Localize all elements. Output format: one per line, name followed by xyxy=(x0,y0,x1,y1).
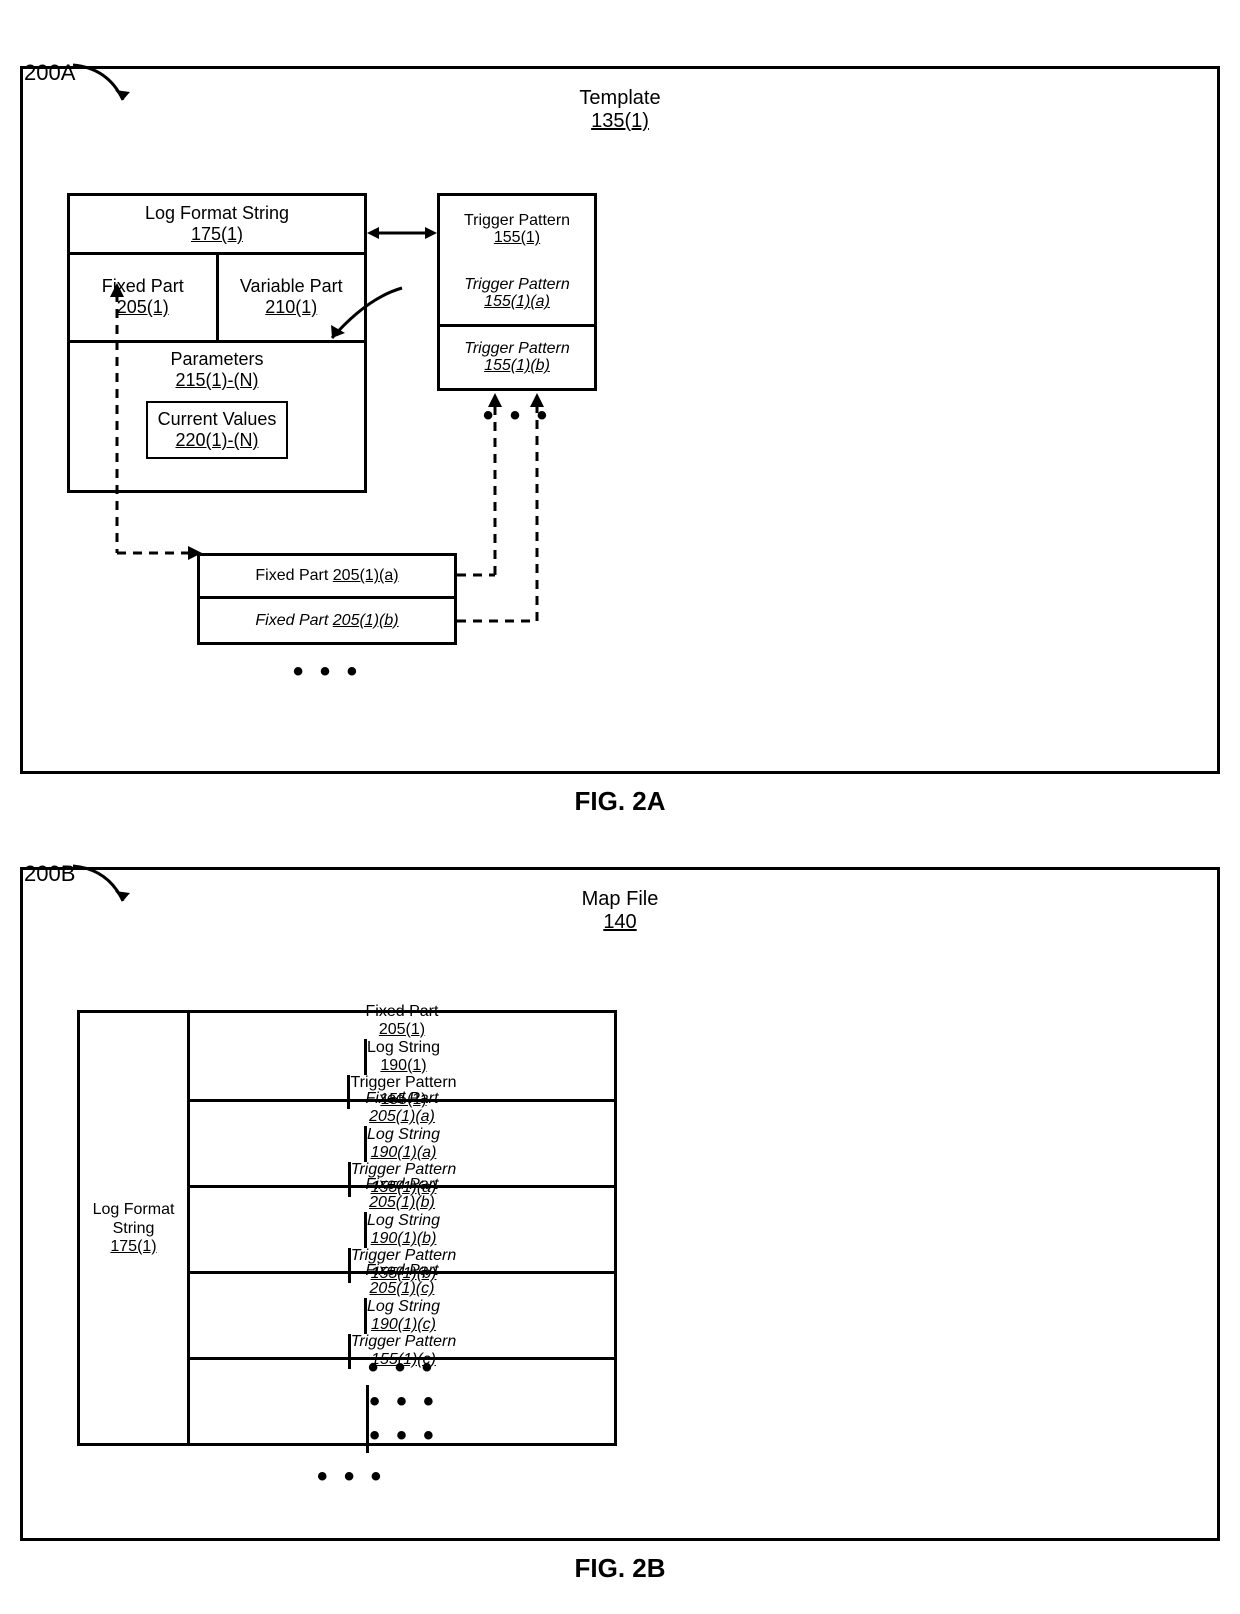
template-title-text: Template xyxy=(579,87,660,109)
variable-part-cell: Variable Part 210(1) xyxy=(219,255,365,340)
header-row: Fixed Part 205(1) Log String 190(1) Trig… xyxy=(190,1013,614,1099)
rc-fixed-ref: 205(1)(c) xyxy=(370,1280,435,1298)
parameters-label: Parameters xyxy=(170,349,263,370)
tp-title: Trigger Pattern xyxy=(464,212,570,230)
fig2a-label: FIG. 2A xyxy=(20,786,1220,817)
tp-a-ref: 155(1)(a) xyxy=(484,293,550,311)
mapfile-title: Map File 140 xyxy=(37,888,1203,934)
fixed-part-b: Fixed Part 205(1)(b) xyxy=(197,599,457,645)
ra-log: Log String xyxy=(367,1126,440,1144)
ell-3: • • • xyxy=(366,1419,437,1453)
rc-log: Log String xyxy=(367,1298,440,1316)
lfs-column: Log Format String 175(1) xyxy=(80,1013,190,1443)
tp-b-label: Trigger Pattern xyxy=(464,340,570,358)
rc-tp: Trigger Pattern xyxy=(351,1334,457,1351)
fx-a-ref: 205(1)(a) xyxy=(333,567,399,585)
fig2b-label: FIG. 2B xyxy=(20,1553,1220,1584)
hdr-fixed: Fixed Part 205(1) xyxy=(366,1003,439,1039)
current-values-label: Current Values xyxy=(158,409,277,429)
ra-fixed-ref: 205(1)(a) xyxy=(369,1108,435,1126)
lfs-header: Log Format String 175(1) xyxy=(70,196,364,255)
right-columns: Fixed Part 205(1) Log String 190(1) Trig… xyxy=(190,1013,614,1443)
ellipsis-row: • • • • • • • • • xyxy=(190,1357,614,1443)
ell-1: • • • xyxy=(368,1351,436,1385)
tp-a-label: Trigger Pattern xyxy=(464,276,570,294)
lfs-parts-row: Fixed Part 205(1) Variable Part 210(1) xyxy=(70,255,364,343)
current-values-ref: 220(1)-(N) xyxy=(175,430,258,450)
fixed-part-ref: 205(1) xyxy=(117,297,169,318)
row-c: Fixed Part205(1)(c) Log String190(1)(c) … xyxy=(190,1271,614,1357)
parameters-cell: Parameters 215(1)-(N) Current Values 220… xyxy=(70,343,364,490)
log-format-string-box: Log Format String 175(1) Fixed Part 205(… xyxy=(67,193,367,493)
variable-part-ref: 210(1) xyxy=(265,297,317,318)
rc-fixed: Fixed Part xyxy=(366,1262,439,1280)
ra-log-ref: 190(1)(a) xyxy=(371,1144,437,1162)
rb-fixed: Fixed Part xyxy=(366,1176,439,1194)
template-ref: 135(1) xyxy=(591,110,649,132)
tp-b-ref: 155(1)(b) xyxy=(484,357,550,375)
rb-log: Log String xyxy=(367,1212,440,1230)
tp-header: Trigger Pattern 155(1) xyxy=(437,193,597,263)
hdr-log-label: Log String xyxy=(367,1039,440,1057)
fx-a-label: Fixed Part xyxy=(255,567,328,585)
fx-b-ref: 205(1)(b) xyxy=(333,612,399,630)
fx-ellipsis: • • • xyxy=(197,645,457,699)
hdr-log-ref: 190(1) xyxy=(380,1057,426,1075)
double-arrow-icon xyxy=(367,223,437,243)
grid-ellipsis-below: • • • xyxy=(317,1460,385,1494)
fixed-part-a: Fixed Part 205(1)(a) xyxy=(197,553,457,599)
mapfile-title-text: Map File xyxy=(582,888,659,910)
fixed-part-cell: Fixed Part 205(1) xyxy=(70,255,219,340)
tp-ellipsis: • • • xyxy=(437,391,597,441)
tp-cell-a: Trigger Pattern 155(1)(a) xyxy=(437,263,597,327)
current-values-box: Current Values 220(1)-(N) xyxy=(146,401,289,459)
mapfile-grid: Log Format String 175(1) Fixed Part 205(… xyxy=(77,1010,617,1446)
rb-log-ref: 190(1)(b) xyxy=(371,1230,437,1248)
template-title: Template 135(1) xyxy=(37,87,1203,133)
trigger-pattern-column: Trigger Pattern 155(1) Trigger Pattern 1… xyxy=(437,193,597,441)
ell-2: • • • xyxy=(366,1385,437,1419)
hdr-log: Log String 190(1) xyxy=(364,1039,440,1075)
lfs-ref: 175(1) xyxy=(191,224,243,245)
parameters-ref: 215(1)-(N) xyxy=(175,370,258,391)
rc-log-ref: 190(1)(c) xyxy=(371,1316,436,1334)
rb-fixed-ref: 205(1)(b) xyxy=(369,1194,435,1212)
variable-part-label: Variable Part xyxy=(240,276,343,297)
tp-cell-b: Trigger Pattern 155(1)(b) xyxy=(437,327,597,391)
ra-fixed: Fixed Part xyxy=(366,1090,439,1108)
row-b: Fixed Part205(1)(b) Log String190(1)(b) … xyxy=(190,1185,614,1271)
row-a: Fixed Part205(1)(a) Log String190(1)(a) … xyxy=(190,1099,614,1185)
lfs-col-label: Log Format String xyxy=(80,1200,187,1238)
lfs-title: Log Format String xyxy=(145,203,289,224)
fixed-part-label: Fixed Part xyxy=(102,276,184,297)
lfs-col-ref: 175(1) xyxy=(110,1238,156,1256)
hdr-tp-label: Trigger Pattern xyxy=(350,1075,456,1092)
fixed-part-stack: Fixed Part 205(1)(a) Fixed Part 205(1)(b… xyxy=(197,553,457,699)
mapfile-ref: 140 xyxy=(603,911,636,933)
fx-b-label: Fixed Part xyxy=(255,612,328,630)
hdr-fixed-ref: 205(1) xyxy=(379,1021,425,1039)
hdr-fixed-label: Fixed Part xyxy=(366,1003,439,1021)
tp-ref: 155(1) xyxy=(494,229,540,247)
